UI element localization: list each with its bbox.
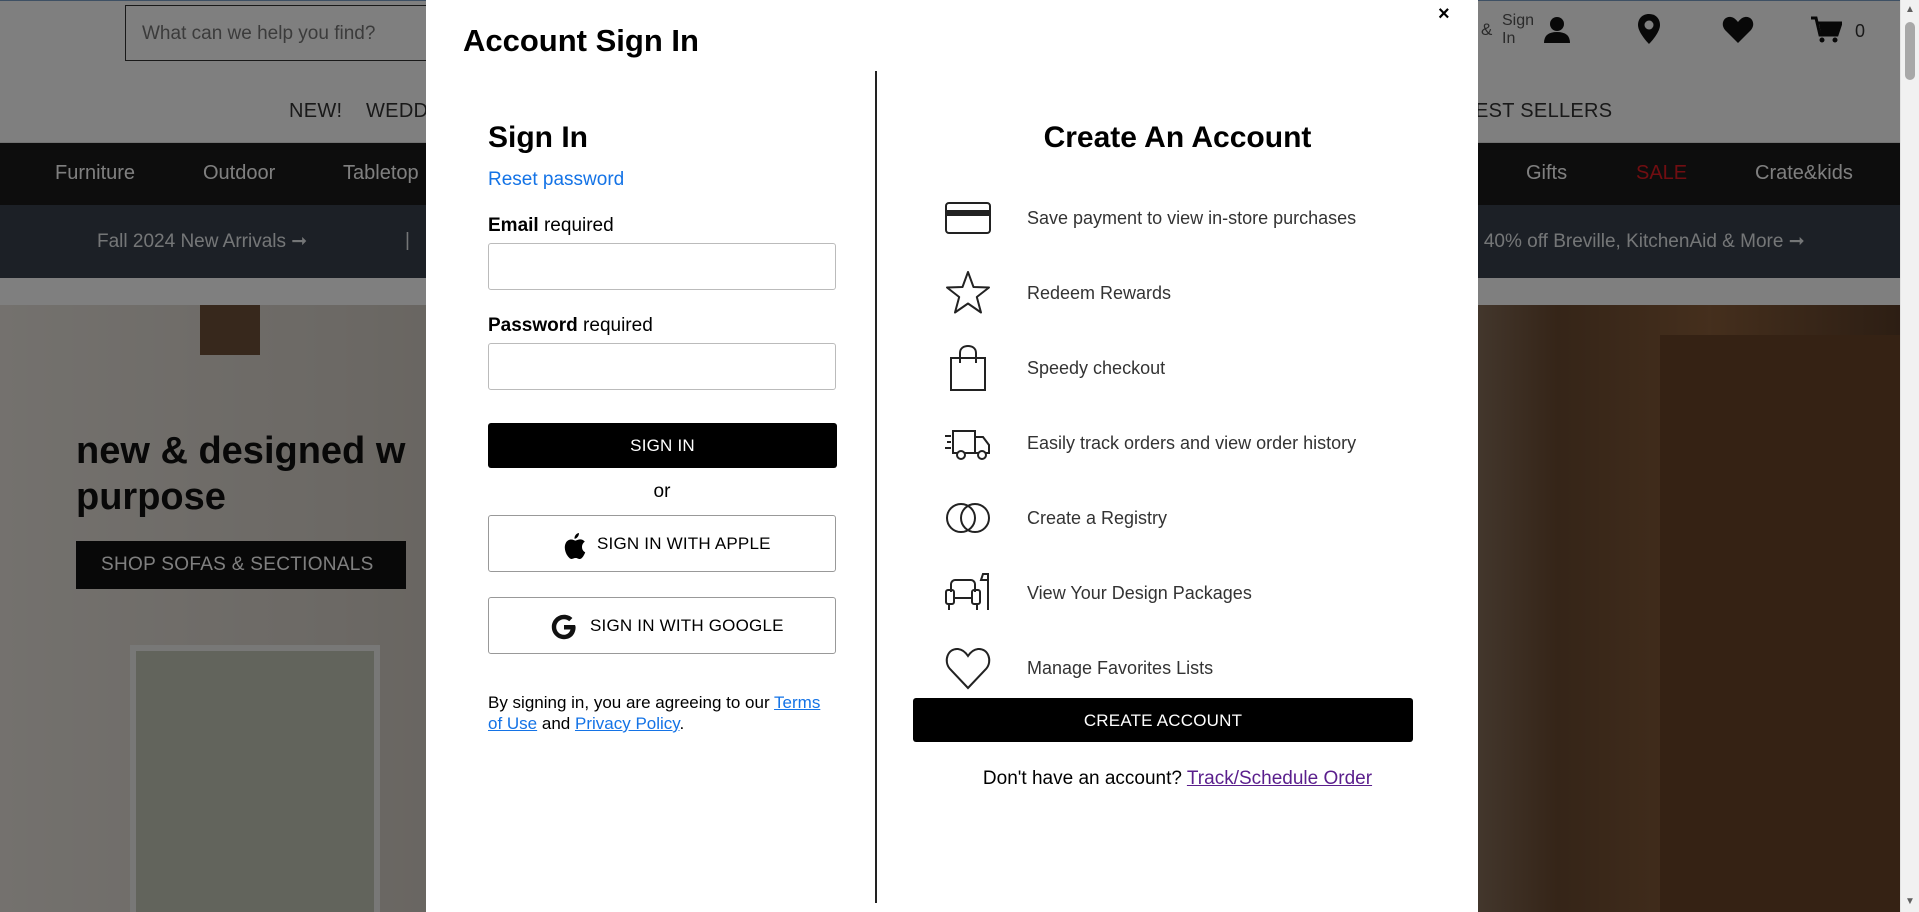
- scroll-up-arrow-icon[interactable]: ▲: [1905, 4, 1915, 15]
- password-label-text: Password: [488, 315, 578, 336]
- benefit-item: View Your Design Packages: [943, 568, 1403, 618]
- apple-button-label: SIGN IN WITH APPLE: [597, 534, 771, 553]
- reset-password-link[interactable]: Reset password: [488, 169, 624, 191]
- page-scrollbar[interactable]: ▲ ▼: [1900, 0, 1919, 912]
- password-label: Password required: [488, 315, 653, 337]
- benefit-item: Manage Favorites Lists: [943, 643, 1403, 693]
- no-account-text: Don't have an account?: [982, 768, 1182, 789]
- modal-title: Account Sign In: [463, 23, 699, 58]
- google-button-label: SIGN IN WITH GOOGLE: [590, 616, 784, 635]
- privacy-policy-link[interactable]: Privacy Policy: [575, 714, 680, 733]
- shopping-bag-icon: [950, 344, 986, 391]
- benefit-text: Easily track orders and view order histo…: [1027, 433, 1357, 453]
- benefit-text: Speedy checkout: [1027, 358, 1166, 378]
- apple-icon: [564, 533, 586, 559]
- create-account-button[interactable]: CREATE ACCOUNT: [913, 698, 1413, 742]
- close-icon[interactable]: ×: [1438, 3, 1450, 26]
- benefit-item: Create a Registry: [943, 493, 1403, 543]
- or-separator: or: [653, 481, 671, 502]
- heart-icon: [945, 647, 991, 690]
- benefit-item: Speedy checkout: [943, 343, 1403, 393]
- sign-in-with-apple-button[interactable]: SIGN IN WITH APPLE: [488, 515, 836, 572]
- star-icon: [946, 271, 990, 314]
- scrollbar-thumb[interactable]: [1905, 22, 1915, 80]
- password-required-text: required: [583, 315, 653, 336]
- sign-in-with-google-button[interactable]: SIGN IN WITH GOOGLE: [488, 597, 836, 654]
- scroll-down-arrow-icon[interactable]: ▼: [1905, 896, 1915, 907]
- email-label: Email required: [488, 215, 614, 237]
- benefit-text: View Your Design Packages: [1027, 583, 1252, 603]
- credit-card-icon: [945, 202, 991, 234]
- benefit-text: Manage Favorites Lists: [1027, 658, 1214, 678]
- create-account-heading: Create An Account: [1043, 121, 1312, 154]
- sign-in-button[interactable]: SIGN IN: [488, 423, 837, 468]
- email-required-text: required: [543, 215, 614, 236]
- sign-in-heading: Sign In: [488, 121, 588, 154]
- delivery-truck-icon: [945, 430, 990, 460]
- track-order-prompt: Don't have an account? Track/Schedule Or…: [877, 768, 1478, 790]
- terms-notice: By signing in, you are agreeing to our T…: [488, 692, 836, 734]
- benefit-item: Save payment to view in-store purchases: [943, 193, 1403, 243]
- track-schedule-order-link[interactable]: Track/Schedule Order: [1187, 768, 1372, 789]
- terms-prefix: By signing in, you are agreeing to our: [488, 693, 770, 712]
- benefit-text: Save payment to view in-store purchases: [1027, 208, 1357, 228]
- benefit-item: Easily track orders and view order histo…: [943, 418, 1403, 468]
- email-label-text: Email: [488, 215, 539, 236]
- rings-icon: [946, 503, 990, 533]
- account-sign-in-modal: Account Sign In × Sign In Reset password…: [426, 0, 1478, 912]
- password-field[interactable]: [488, 343, 836, 390]
- benefit-text: Create a Registry: [1027, 508, 1168, 528]
- benefit-item: Redeem Rewards: [943, 268, 1403, 318]
- terms-suffix: .: [679, 714, 685, 733]
- benefit-text: Redeem Rewards: [1027, 283, 1172, 303]
- email-field[interactable]: [488, 243, 836, 290]
- armchair-lamp-icon: [945, 573, 989, 610]
- google-icon: [551, 614, 576, 640]
- terms-and: and: [541, 714, 571, 733]
